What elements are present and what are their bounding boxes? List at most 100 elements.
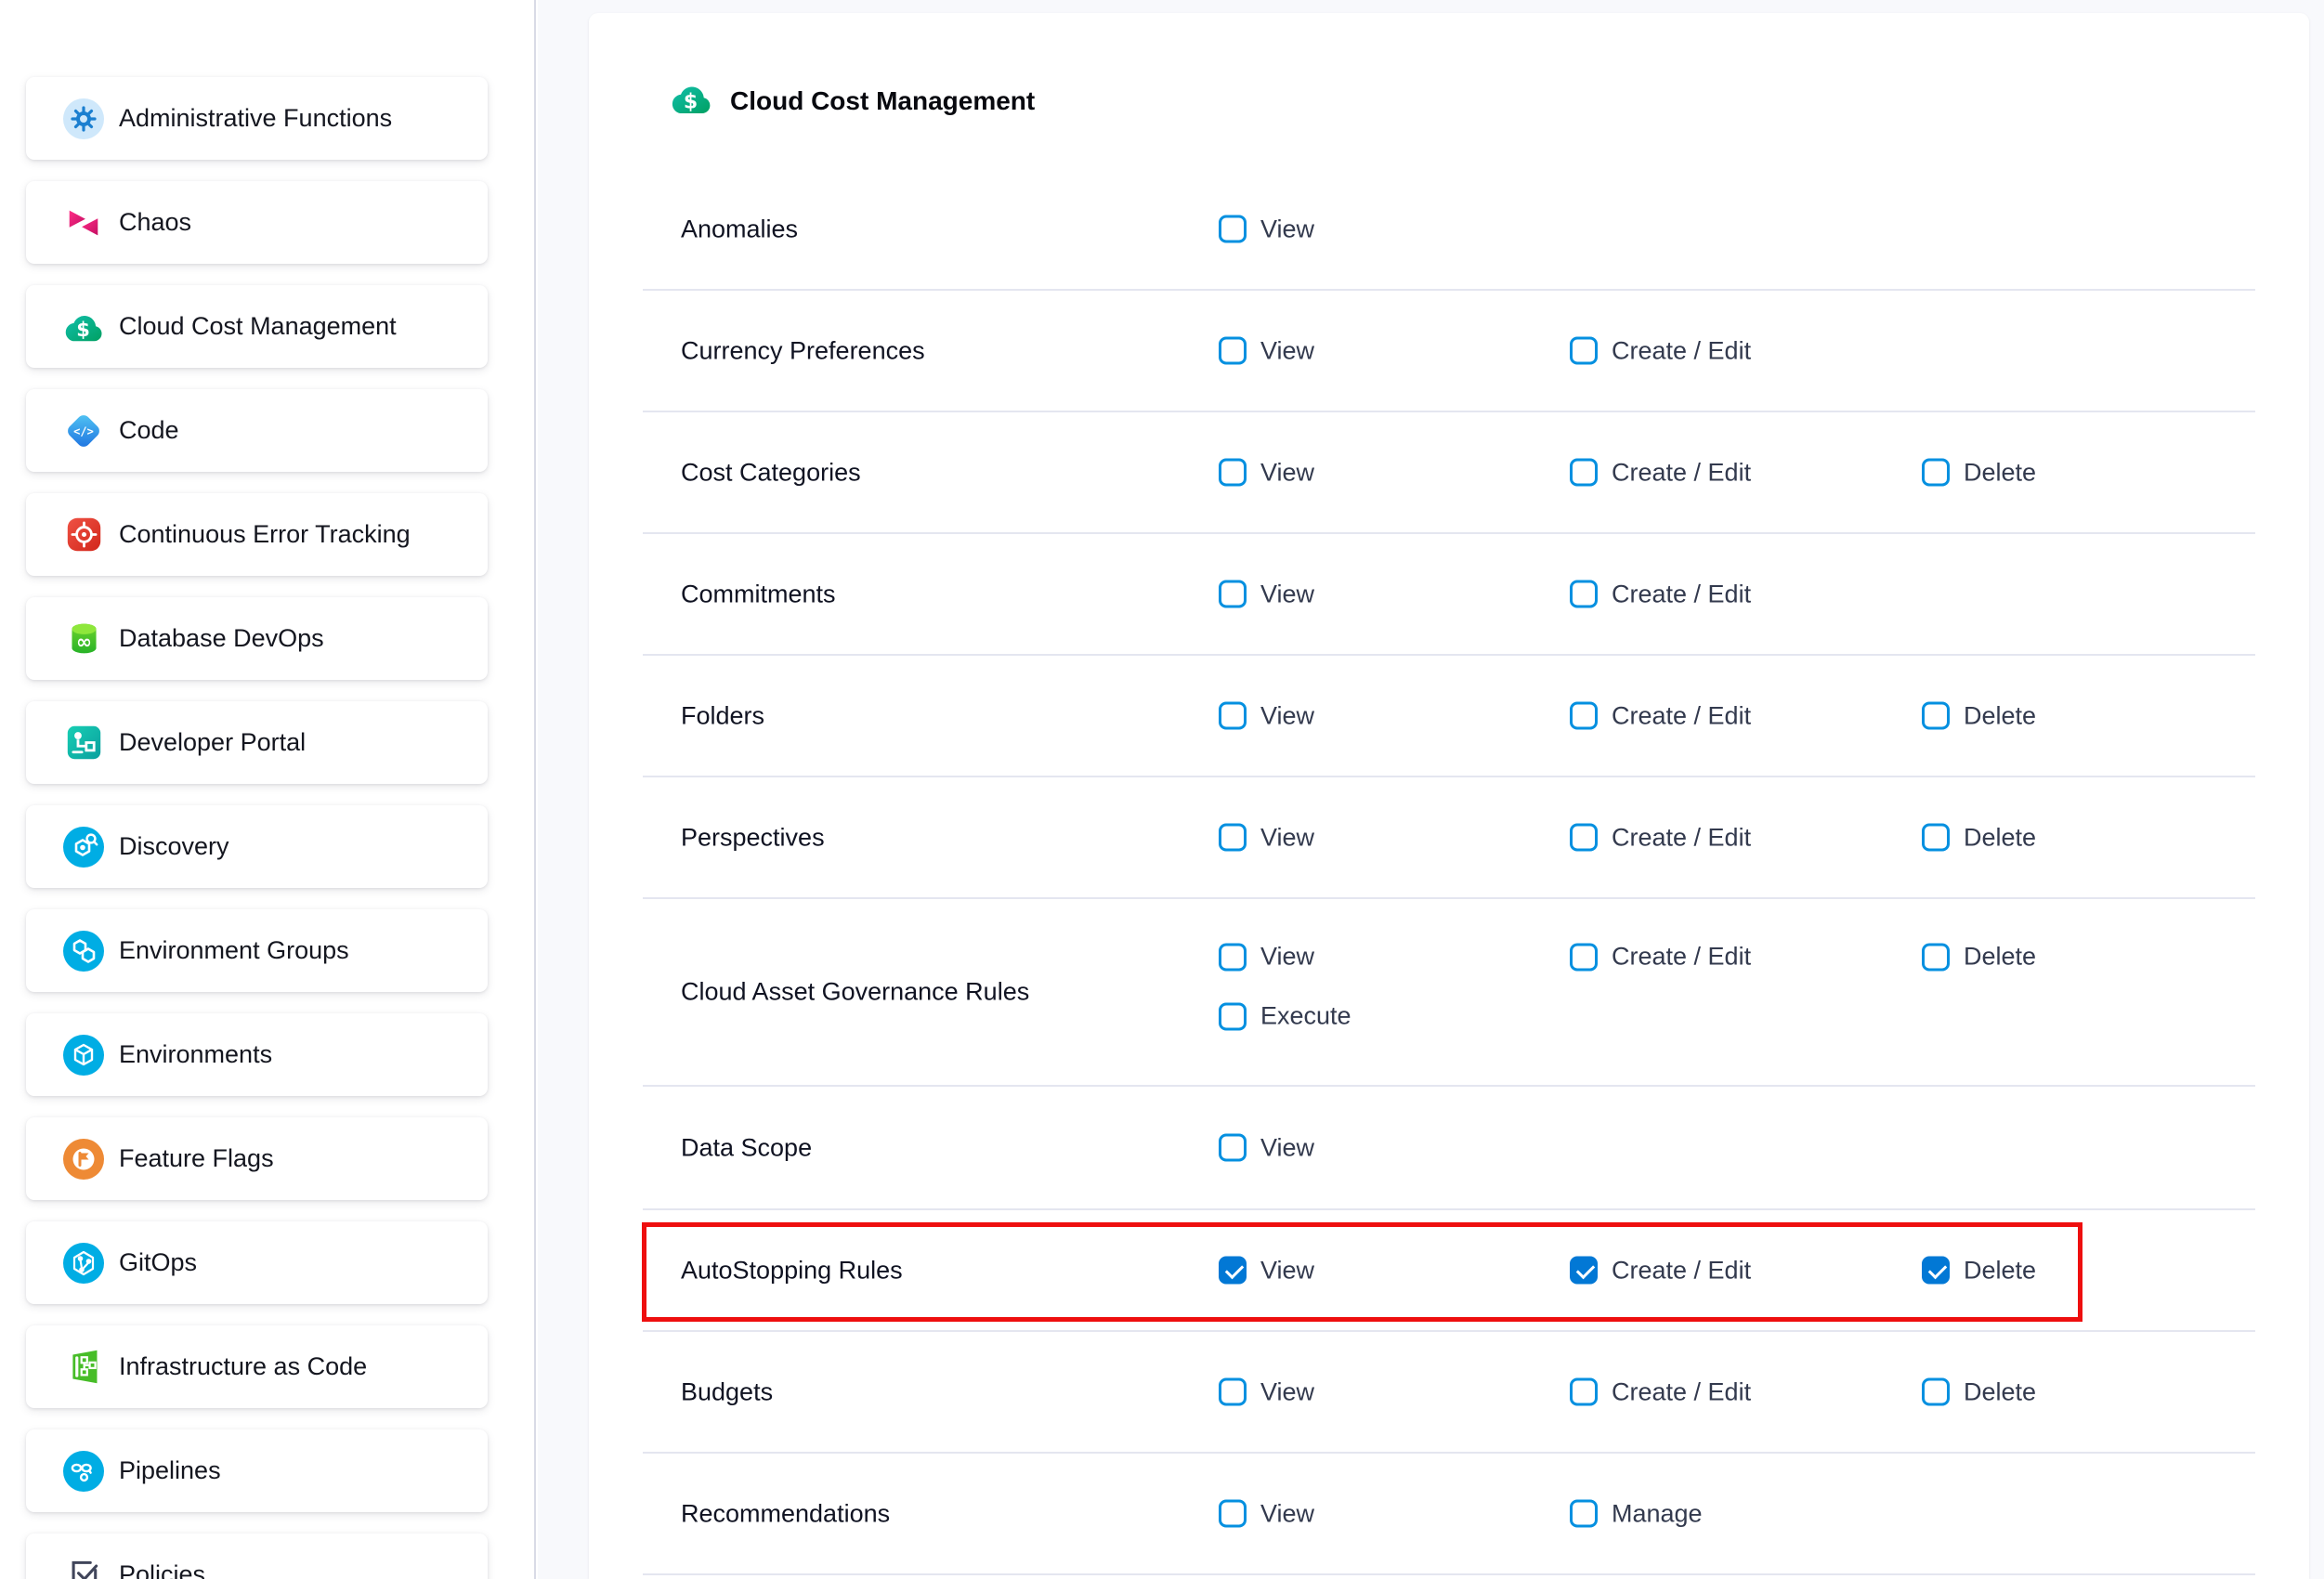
permission-view-currency-preferences[interactable]: View <box>1219 336 1314 365</box>
resource-label: Currency Preferences <box>681 336 925 365</box>
sidebar-item-continuous-error-tracking[interactable]: Continuous Error Tracking <box>26 493 488 576</box>
sidebar-item-label: Environment Groups <box>119 936 349 965</box>
permission-view-anomalies[interactable]: View <box>1219 215 1314 243</box>
sidebar-item-policies[interactable]: Policies <box>26 1533 488 1579</box>
checkbox-create-edit[interactable] <box>1570 1378 1598 1406</box>
resource-label: Cost Categories <box>681 458 861 487</box>
checkbox-view[interactable] <box>1219 215 1247 243</box>
permission-create-edit-perspectives[interactable]: Create / Edit <box>1570 823 1751 852</box>
checkbox-label: Delete <box>1964 1377 2036 1406</box>
permission-view-commitments[interactable]: View <box>1219 580 1314 608</box>
resource-label: AutoStopping Rules <box>681 1256 903 1285</box>
checkbox-create-edit[interactable] <box>1570 581 1598 608</box>
checkbox-label: Delete <box>1964 458 2036 487</box>
svg-text:$: $ <box>76 318 90 341</box>
sidebar-item-label: Database DevOps <box>119 624 324 653</box>
permission-rows: Anomalies View Currency Preferences View Cre… <box>643 169 2255 1575</box>
sidebar-item-environments[interactable]: Environments <box>26 1013 488 1096</box>
target-icon <box>63 515 104 555</box>
permissions-panel: $ Cloud Cost Management AnomaliesViewCur… <box>589 13 2309 1579</box>
resource-label: Anomalies <box>681 215 798 243</box>
checkbox-delete[interactable] <box>1922 459 1950 487</box>
permission-view-budgets[interactable]: View <box>1219 1377 1314 1406</box>
checkbox-create-edit[interactable] <box>1570 943 1598 971</box>
checkbox-view-checked[interactable] <box>1219 1257 1247 1285</box>
checkbox-view[interactable] <box>1219 1378 1247 1406</box>
checkbox-create-edit[interactable] <box>1570 337 1598 365</box>
sidebar-item-administrative-functions[interactable]: Administrative Functions <box>26 77 488 160</box>
permission-create-edit-autostopping-rules[interactable]: Create / Edit <box>1570 1256 1751 1285</box>
checkbox-manage[interactable] <box>1570 1500 1598 1528</box>
sidebar-item-cloud-cost-management[interactable]: $Cloud Cost Management <box>26 285 488 368</box>
checkbox-view[interactable] <box>1219 943 1247 971</box>
permissions-page: Administrative Functions Chaos $Cloud Co… <box>0 0 2324 1579</box>
sidebar-item-label: Administrative Functions <box>119 104 392 133</box>
permission-delete-autostopping-rules[interactable]: Delete <box>1922 1256 2036 1285</box>
checkbox-label: View <box>1260 1256 1314 1285</box>
permission-delete-budgets[interactable]: Delete <box>1922 1377 2036 1406</box>
checkbox-execute[interactable] <box>1219 1002 1247 1030</box>
permission-create-edit-folders[interactable]: Create / Edit <box>1570 701 1751 730</box>
sidebar-item-database-devops[interactable]: ∞Database DevOps <box>26 597 488 680</box>
checkbox-create-edit[interactable] <box>1570 824 1598 852</box>
permission-view-cloud-asset-governance-rules[interactable]: View <box>1219 943 1314 972</box>
checkbox-create-edit[interactable] <box>1570 702 1598 730</box>
checkbox-label: Delete <box>1964 1256 2036 1285</box>
sidebar-item-pipelines[interactable]: Pipelines <box>26 1429 488 1512</box>
permission-execute-cloud-asset-governance-rules[interactable]: Execute <box>1219 1002 1351 1031</box>
checkbox-create-edit-checked[interactable] <box>1570 1257 1598 1285</box>
permission-create-edit-currency-preferences[interactable]: Create / Edit <box>1570 336 1751 365</box>
sidebar-item-gitops[interactable]: GitOps <box>26 1221 488 1304</box>
checkbox-label: Delete <box>1964 943 2036 972</box>
sidebar-item-label: Feature Flags <box>119 1144 274 1173</box>
permission-row-budgets: Budgets View Create / Edit Delete <box>643 1332 2255 1454</box>
sidebar-item-developer-portal[interactable]: Developer Portal <box>26 701 488 784</box>
permission-view-autostopping-rules[interactable]: View <box>1219 1256 1314 1285</box>
checkbox-delete-checked[interactable] <box>1922 1257 1950 1285</box>
sidebar-item-environment-groups[interactable]: Environment Groups <box>26 909 488 992</box>
checkbox-view[interactable] <box>1219 824 1247 852</box>
sidebar-item-chaos[interactable]: Chaos <box>26 181 488 264</box>
sidebar-item-label: Discovery <box>119 832 229 861</box>
permission-manage-recommendations[interactable]: Manage <box>1570 1499 1703 1528</box>
permission-view-folders[interactable]: View <box>1219 701 1314 730</box>
checkbox-label: Manage <box>1612 1499 1703 1528</box>
permission-view-perspectives[interactable]: View <box>1219 823 1314 852</box>
checkbox-view[interactable] <box>1219 1500 1247 1528</box>
resource-label: Cloud Asset Governance Rules <box>681 978 1029 1007</box>
checkbox-label: View <box>1260 701 1314 730</box>
permission-create-edit-cost-categories[interactable]: Create / Edit <box>1570 458 1751 487</box>
permission-view-cost-categories[interactable]: View <box>1219 458 1314 487</box>
checkbox-view[interactable] <box>1219 459 1247 487</box>
permission-create-edit-commitments[interactable]: Create / Edit <box>1570 580 1751 608</box>
checkbox-view[interactable] <box>1219 581 1247 608</box>
resource-label: Recommendations <box>681 1499 890 1528</box>
checkbox-view[interactable] <box>1219 337 1247 365</box>
module-list: Administrative Functions Chaos $Cloud Co… <box>0 0 534 1579</box>
permission-create-edit-budgets[interactable]: Create / Edit <box>1570 1377 1751 1406</box>
checkbox-delete[interactable] <box>1922 702 1950 730</box>
permission-create-edit-cloud-asset-governance-rules[interactable]: Create / Edit <box>1570 943 1751 972</box>
permission-delete-folders[interactable]: Delete <box>1922 701 2036 730</box>
permission-delete-cloud-asset-governance-rules[interactable]: Delete <box>1922 943 2036 972</box>
permission-view-recommendations[interactable]: View <box>1219 1499 1314 1528</box>
sidebar-item-infrastructure-as-code[interactable]: Infrastructure as Code <box>26 1325 488 1408</box>
checkbox-delete[interactable] <box>1922 824 1950 852</box>
checkbox-delete[interactable] <box>1922 943 1950 971</box>
checkbox-label: Delete <box>1964 701 2036 730</box>
permission-delete-cost-categories[interactable]: Delete <box>1922 458 2036 487</box>
checkbox-delete[interactable] <box>1922 1378 1950 1406</box>
flag-icon <box>63 1139 104 1180</box>
checkbox-view[interactable] <box>1219 702 1247 730</box>
permission-view-data-scope[interactable]: View <box>1219 1133 1314 1162</box>
hexagon-search-icon <box>63 827 104 868</box>
resource-label: Budgets <box>681 1377 773 1406</box>
checkbox-label: View <box>1260 580 1314 608</box>
permission-delete-perspectives[interactable]: Delete <box>1922 823 2036 852</box>
sidebar-item-discovery[interactable]: Discovery <box>26 805 488 888</box>
sidebar-item-label: Chaos <box>119 208 191 237</box>
sidebar-item-code[interactable]: </>Code <box>26 389 488 472</box>
sidebar-item-feature-flags[interactable]: Feature Flags <box>26 1117 488 1200</box>
checkbox-create-edit[interactable] <box>1570 459 1598 487</box>
checkbox-view[interactable] <box>1219 1134 1247 1162</box>
